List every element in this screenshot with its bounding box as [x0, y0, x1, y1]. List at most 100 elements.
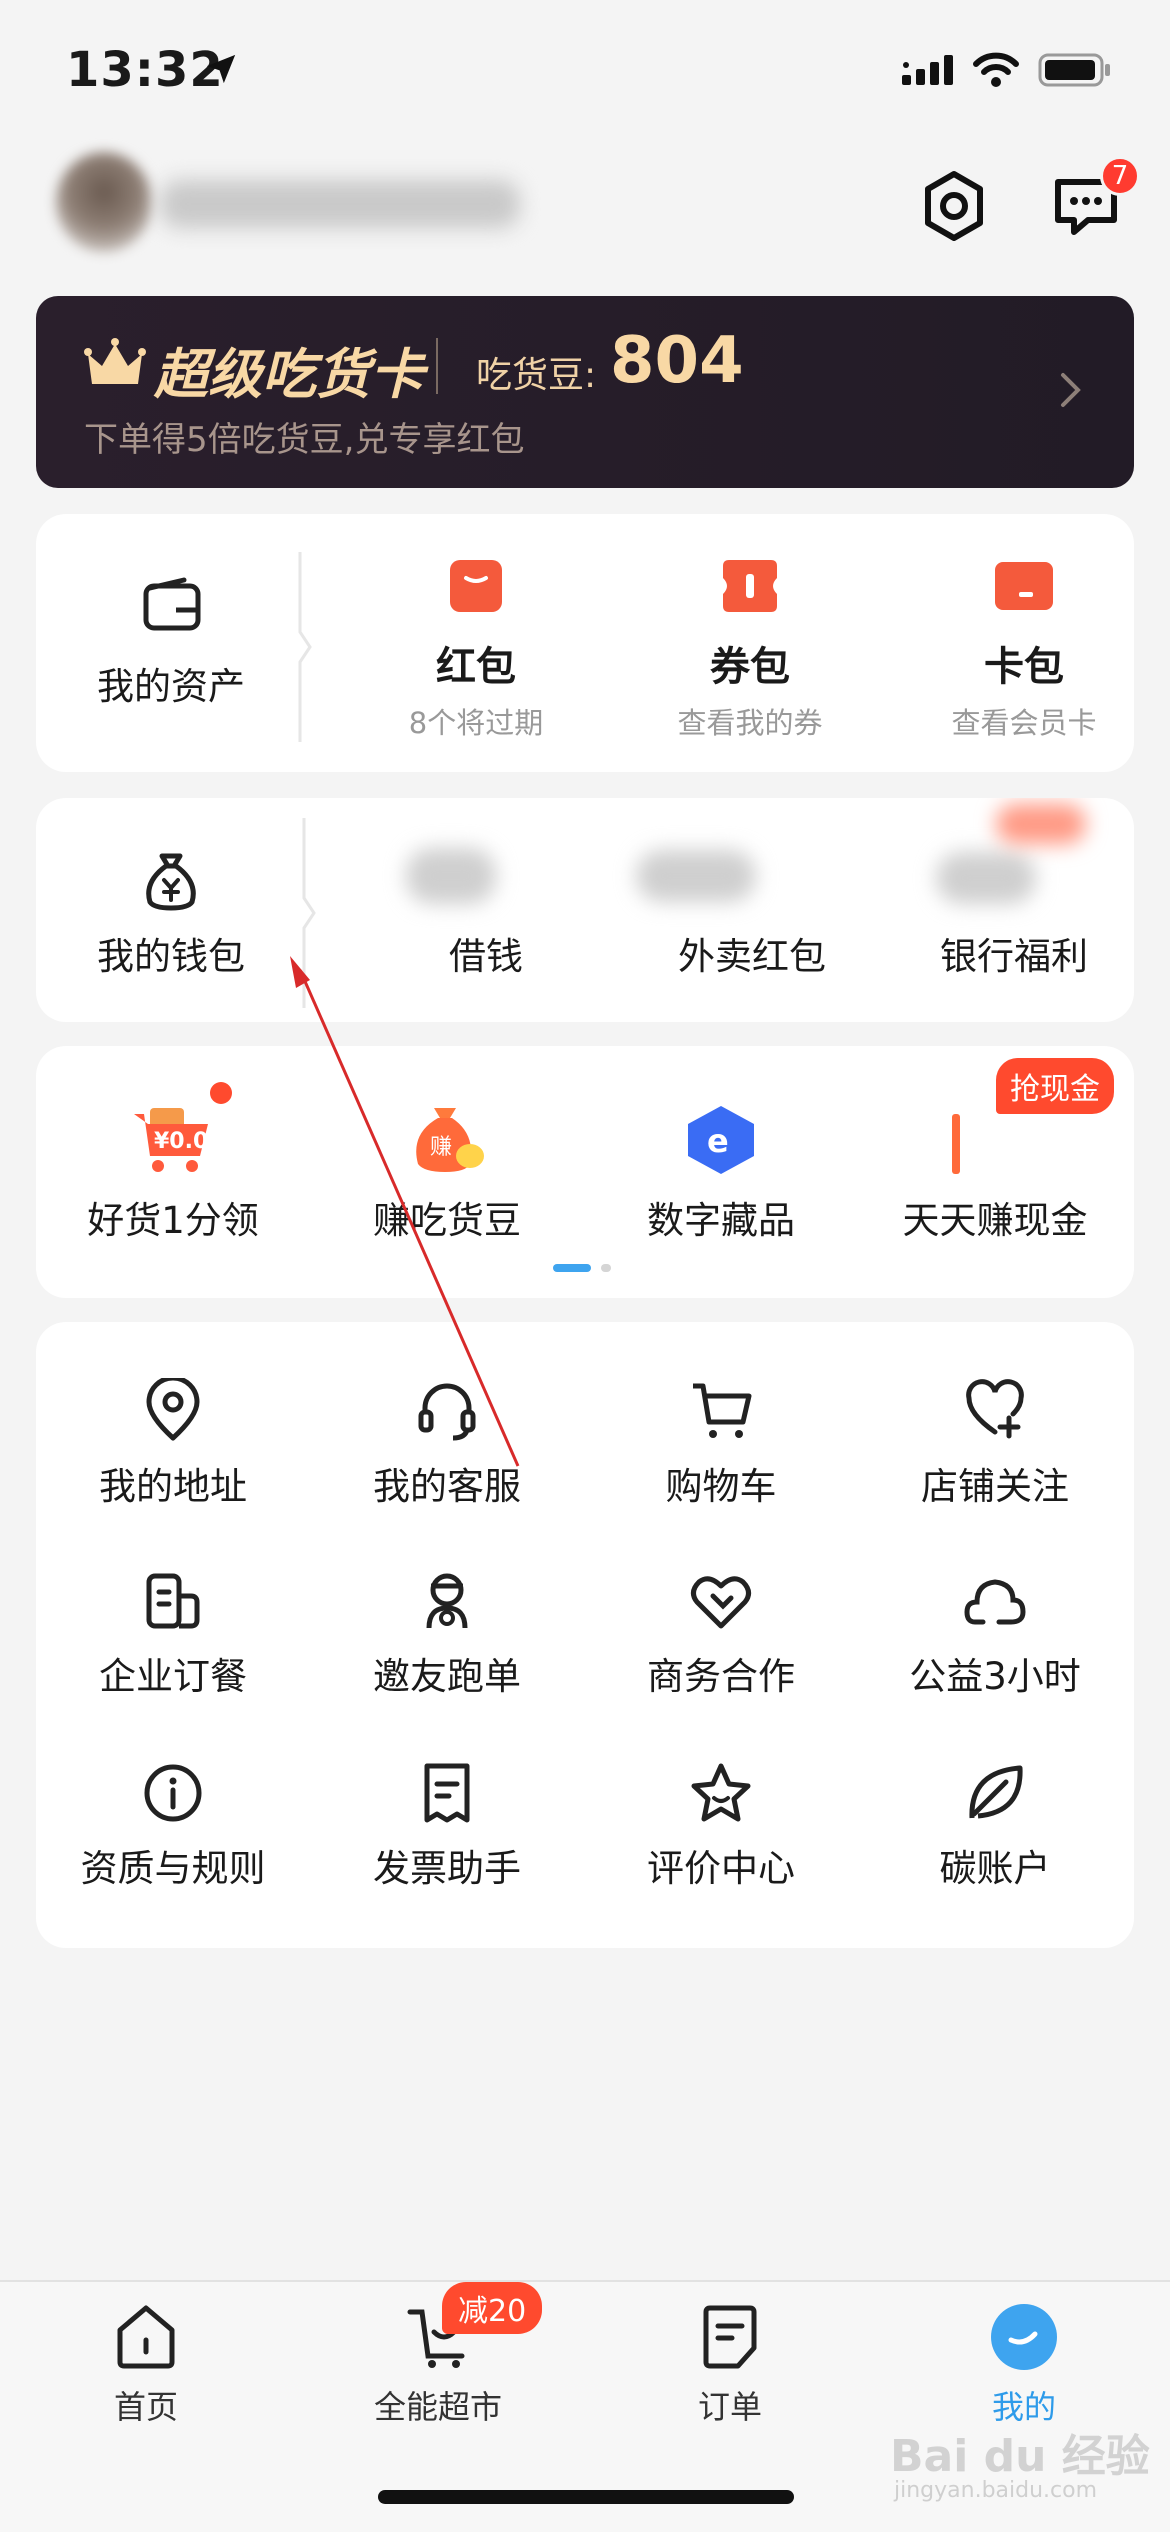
red-packet-button[interactable]: 红包 8个将过期 — [346, 558, 606, 742]
watermark-sub: jingyan.baidu.com — [894, 2478, 1098, 2503]
card-pack-label: 卡包 — [984, 644, 1064, 690]
promo-item-digital-collectibles[interactable]: e 数字藏品 — [584, 1104, 858, 1244]
service-review-center[interactable]: 评价中心 — [584, 1762, 858, 1892]
blurred-icon — [406, 848, 496, 904]
services-card: 我的地址 我的客服 购物车 店铺关注 企业订餐 邀友跑单 商务合作 公益3小时 … — [36, 1322, 1134, 1948]
bank-benefits-button[interactable]: 银行福利 — [884, 926, 1134, 980]
service-label: 我的客服 — [373, 1465, 521, 1508]
service-qualifications-rules[interactable]: 资质与规则 — [36, 1762, 310, 1892]
home-indicator[interactable] — [378, 2490, 794, 2504]
cellular-signal-icon — [902, 55, 953, 85]
order-list-icon — [703, 2305, 757, 2369]
divider — [436, 338, 438, 394]
service-label: 企业订餐 — [99, 1655, 247, 1698]
handshake-icon — [691, 1576, 751, 1629]
coupon-pack-label: 券包 — [710, 644, 790, 690]
tab-label: 全能超市 — [373, 2388, 502, 2426]
location-pin-icon — [146, 1378, 200, 1441]
home-icon — [117, 2305, 175, 2369]
blurred-badge — [996, 804, 1086, 844]
service-label: 商务合作 — [647, 1655, 795, 1698]
blurred-icon — [936, 852, 1036, 904]
battery-icon — [1038, 53, 1110, 87]
borrow-button[interactable]: 借钱 — [366, 926, 606, 980]
service-charity[interactable]: 公益3小时 — [858, 1570, 1132, 1700]
cash-envelope-icon — [952, 1114, 960, 1174]
heart-plus-icon — [966, 1379, 1024, 1439]
tab-mine[interactable]: 我的 — [924, 2302, 1124, 2428]
red-packet-icon — [450, 560, 502, 612]
svg-text:¥0.01: ¥0.01 — [154, 1129, 216, 1154]
red-packet-sub: 8个将过期 — [408, 706, 544, 740]
headset-icon — [418, 1383, 476, 1441]
service-label: 发票助手 — [373, 1847, 521, 1890]
tab-label: 首页 — [113, 2388, 178, 2426]
super-foodie-card[interactable]: 超级吃货卡 吃货豆: 804 下单得5倍吃货豆,兑专享红包 — [36, 296, 1134, 488]
my-assets-label: 我的资产 — [97, 665, 245, 708]
bank-benefits-label: 银行福利 — [940, 935, 1088, 978]
coupon-pack-button[interactable]: 券包 查看我的券 — [620, 558, 880, 742]
takeout-red-packet-button[interactable]: 外卖红包 — [602, 926, 902, 980]
money-bag-coin-icon: 赚 — [416, 1108, 484, 1172]
service-business-cooperation[interactable]: 商务合作 — [584, 1570, 858, 1700]
blurred-icon — [636, 850, 756, 902]
page-indicator — [553, 1264, 611, 1272]
red-packet-label: 红包 — [436, 644, 516, 690]
status-time: 13:32 — [66, 42, 224, 98]
cart-icon — [693, 1383, 752, 1438]
service-label: 店铺关注 — [921, 1465, 1069, 1508]
bean-label: 吃货豆: — [476, 355, 597, 396]
service-carbon-account[interactable]: 碳账户 — [858, 1762, 1132, 1892]
crown-icon — [84, 338, 146, 384]
my-wallet-button[interactable]: 我的钱包 — [36, 798, 306, 1022]
money-bag-icon — [146, 853, 196, 911]
notification-dot — [210, 1082, 232, 1104]
svg-text:e: e — [707, 1122, 729, 1160]
digital-collectible-icon: e — [688, 1106, 754, 1174]
assets-card: 我的资产 红包 8个将过期 券包 查看我的券 卡包 查看会员卡 — [36, 514, 1134, 772]
chevron-right-icon — [1061, 373, 1081, 407]
separator-notch — [302, 818, 316, 1008]
member-card-icon — [995, 562, 1053, 610]
takeout-red-packet-label: 外卖红包 — [678, 935, 826, 978]
rider-icon — [426, 1573, 468, 1629]
leaf-icon — [969, 1765, 1023, 1819]
promo-label: 好货1分领 — [87, 1199, 259, 1242]
coupon-icon — [723, 560, 777, 612]
service-invite-rider[interactable]: 邀友跑单 — [310, 1570, 584, 1700]
service-label: 邀友跑单 — [373, 1655, 521, 1698]
star-icon — [691, 1763, 751, 1822]
tab-orders[interactable]: 订单 — [630, 2302, 830, 2428]
coupon-pack-sub: 查看我的券 — [677, 706, 823, 740]
super-card-subtitle: 下单得5倍吃货豆,兑专享红包 — [84, 420, 525, 460]
tab-home[interactable]: 首页 — [46, 2302, 246, 2428]
wifi-icon — [973, 52, 1019, 87]
borrow-label: 借钱 — [449, 935, 523, 978]
receipt-icon — [424, 1763, 470, 1823]
shopping-cart-deal-icon: ¥0.01 — [134, 1108, 216, 1172]
my-assets-button[interactable]: 我的资产 — [36, 514, 306, 772]
service-store-follow[interactable]: 店铺关注 — [858, 1378, 1132, 1510]
service-my-address[interactable]: 我的地址 — [36, 1378, 310, 1510]
promo-item-daily-cash[interactable]: 天天赚现金 — [858, 1104, 1132, 1244]
svg-text:赚: 赚 — [430, 1135, 452, 1160]
status-bar: 13:32 — [0, 0, 1170, 150]
card-pack-button[interactable]: 卡包 查看会员卡 — [894, 558, 1154, 742]
page-dot — [601, 1264, 611, 1272]
promo-item-earn-beans[interactable]: 赚 赚吃货豆 — [310, 1104, 584, 1244]
service-customer-service[interactable]: 我的客服 — [310, 1378, 584, 1510]
service-shopping-cart[interactable]: 购物车 — [584, 1378, 858, 1510]
settings-icon[interactable] — [916, 168, 992, 244]
service-invoice-assistant[interactable]: 发票助手 — [310, 1762, 584, 1892]
watermark: Bai du 经验 — [890, 2431, 1150, 2482]
promo-label: 天天赚现金 — [902, 1199, 1088, 1242]
card-pack-sub: 查看会员卡 — [951, 706, 1097, 740]
username-blurred — [160, 180, 520, 228]
service-enterprise-dining[interactable]: 企业订餐 — [36, 1570, 310, 1700]
page-dot-active — [553, 1264, 591, 1272]
avatar[interactable] — [56, 152, 152, 252]
service-label: 资质与规则 — [80, 1847, 266, 1890]
promo-item-one-cent[interactable]: ¥0.01 好货1分领 — [36, 1104, 310, 1244]
grab-cash-badge: 抢现金 — [996, 1058, 1114, 1114]
supermarket-discount-badge: 减20 — [442, 2282, 543, 2334]
